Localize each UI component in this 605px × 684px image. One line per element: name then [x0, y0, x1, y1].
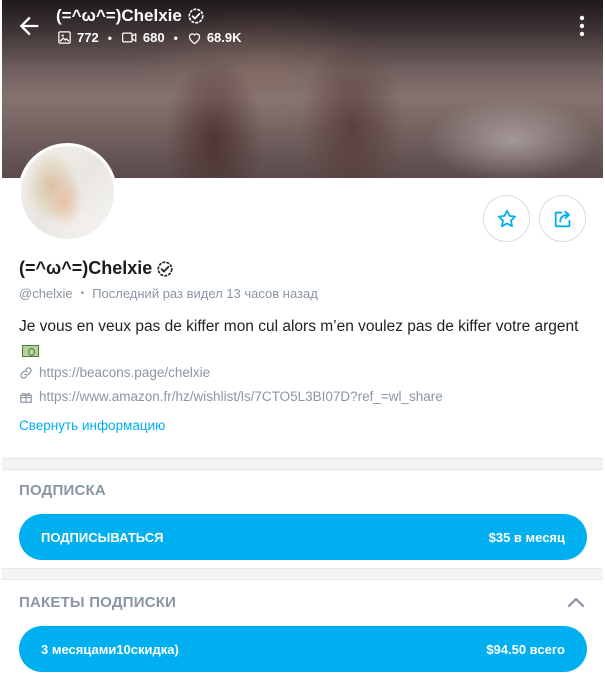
profile-handle: @chelxie — [19, 286, 73, 301]
profile-meta: @chelxie • Последний раз видел 13 часов … — [19, 286, 318, 301]
stat-separator: • — [107, 30, 112, 45]
stat-videos-count: 680 — [142, 30, 165, 45]
back-arrow-icon[interactable] — [15, 12, 43, 40]
stat-likes-count: 68.9K — [206, 30, 242, 45]
star-icon — [497, 209, 516, 227]
verified-icon — [188, 8, 204, 24]
gift-icon — [20, 392, 32, 403]
profile-bio: Je vous en veux pas de kiffer mon cul al… — [19, 314, 584, 364]
verified-icon — [157, 260, 173, 277]
image-icon — [58, 31, 71, 44]
wishlist-link-text[interactable]: https://www.amazon.fr/hz/wishlist/ls/7CT… — [39, 389, 443, 404]
profile-name-row: (=^ω^=)Chelxie — [19, 258, 174, 279]
profile-page: (=^ω^=)Chelxie 772 • 680 • 68.9K (=^ω^=)… — [0, 0, 605, 684]
top-bar: (=^ω^=)Chelxie 772 • 680 • 68.9K — [0, 0, 605, 52]
bundle-price: $94.50 всего — [486, 641, 565, 657]
money-emoji-icon — [22, 345, 39, 357]
stat-separator: • — [173, 30, 178, 45]
stat-videos: 680 — [121, 30, 165, 45]
link-icon — [20, 366, 32, 379]
favorite-button[interactable] — [483, 195, 530, 242]
subscription-section-title: ПОДПИСКА — [19, 482, 106, 499]
share-button[interactable] — [539, 195, 586, 242]
wishlist-link[interactable]: https://www.amazon.fr/hz/wishlist/ls/7CT… — [19, 389, 443, 404]
header-title: (=^ω^=)Chelxie — [56, 6, 205, 26]
video-icon — [121, 32, 137, 43]
profile-link-text[interactable]: https://beacons.page/chelxie — [39, 365, 210, 380]
heart-icon — [188, 32, 200, 44]
profile-link[interactable]: https://beacons.page/chelxie — [19, 365, 210, 380]
share-icon — [554, 210, 570, 227]
last-seen: Последний раз видел 13 часов назад — [92, 286, 318, 301]
collapse-info-link[interactable]: Свернуть информацию — [19, 418, 165, 433]
profile-name: (=^ω^=)Chelxie — [19, 258, 153, 278]
section-divider — [2, 568, 603, 580]
bio-text: Je vous en veux pas de kiffer mon cul al… — [19, 318, 579, 335]
subscribe-button-label: ПОДПИСЫВАТЬСЯ — [41, 529, 164, 545]
stat-images: 772 — [57, 30, 99, 45]
section-divider — [2, 458, 603, 470]
subscribe-price: $35 в месяц — [488, 529, 565, 545]
stat-likes: 68.9K — [187, 30, 242, 45]
chevron-up-icon[interactable] — [567, 595, 585, 609]
avatar[interactable] — [18, 143, 117, 242]
bundle-label: 3 месяцами10скидка) — [41, 641, 179, 657]
meta-separator: • — [80, 288, 85, 299]
stat-images-count: 772 — [77, 30, 99, 45]
bundles-section-title: ПАКЕТЫ ПОДПИСКИ — [19, 594, 177, 611]
subscribe-button[interactable]: ПОДПИСЫВАТЬСЯ $35 в месяц — [19, 514, 587, 560]
header-title-text: (=^ω^=)Chelxie — [56, 6, 182, 25]
bundle-button[interactable]: 3 месяцами10скидка) $94.50 всего — [19, 626, 587, 672]
kebab-menu-icon[interactable] — [573, 14, 591, 38]
header-stats: 772 • 680 • 68.9K — [57, 30, 242, 45]
